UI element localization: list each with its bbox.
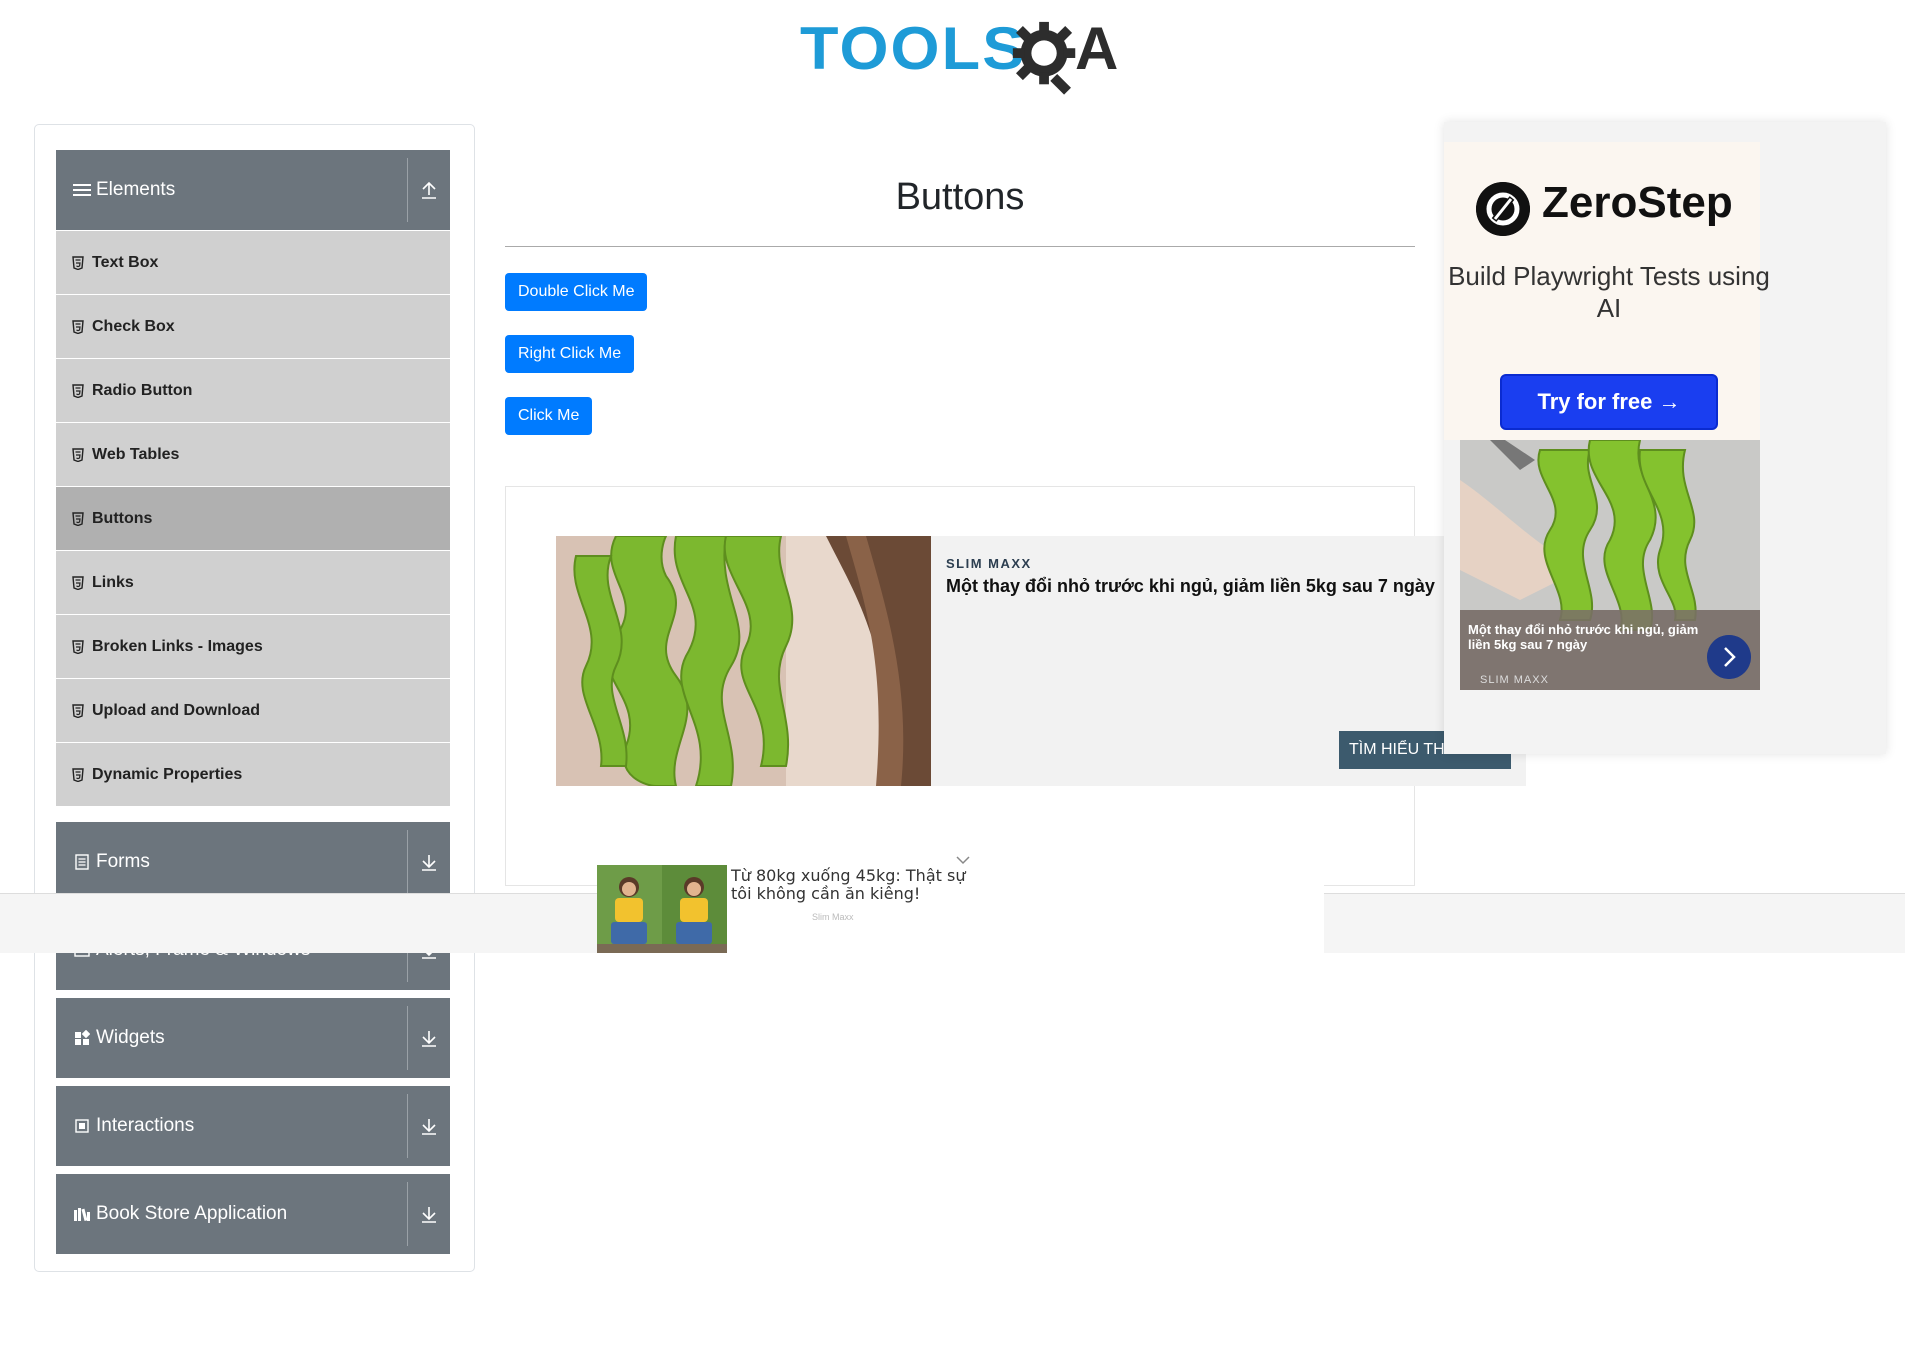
group-label: Interactions (96, 1115, 195, 1136)
toolsqa-logo[interactable]: TOOLS A (800, 14, 1130, 95)
group-label: Book Store Application (96, 1203, 288, 1224)
menu-item-label: Radio Button (92, 381, 193, 399)
divider (407, 1182, 408, 1246)
menu-item-label: Broken Links - Images (92, 637, 263, 655)
click-me-button[interactable]: Click Me (505, 397, 593, 435)
menu-item-upload-download[interactable]: Upload and Download (56, 679, 450, 743)
menu-item-dynamic-properties[interactable]: Dynamic Properties (56, 743, 450, 807)
logo-text-a: A (1075, 15, 1119, 82)
logo-text: TOOLS (800, 15, 1027, 82)
divider (407, 158, 408, 222)
group-header-forms[interactable]: Forms (56, 822, 450, 902)
html5-icon (72, 767, 84, 782)
right-click-button[interactable]: Right Click Me (505, 335, 635, 373)
ad-headline[interactable]: Một thay đổi nhỏ trước khi ngủ, giảm liề… (946, 576, 1506, 597)
menu-icon (72, 180, 92, 200)
menu-item-text-box[interactable]: Text Box (56, 231, 450, 295)
left-panel: Elements Text Box Check Box Radio Button… (34, 124, 475, 1272)
zerostep-name: ZeroStep (1542, 178, 1733, 227)
group-header-elements[interactable]: Elements (56, 150, 450, 230)
group-label: Widgets (96, 1027, 165, 1048)
menu-item-radio-button[interactable]: Radio Button (56, 359, 450, 423)
ad-banner[interactable]: SLIM MAXX Một thay đổi nhỏ trước khi ngủ… (556, 536, 1526, 786)
element-menu-list: Text Box Check Box Radio Button Web Tabl… (56, 231, 450, 807)
html5-icon (72, 383, 84, 398)
ad2-brand: SLIM MAXX (1480, 674, 1549, 686)
zerostep-logo-icon (1476, 182, 1530, 236)
divider (407, 1006, 408, 1070)
double-click-button[interactable]: Double Click Me (505, 273, 648, 311)
menu-item-label: Links (92, 573, 134, 591)
menu-item-links[interactable]: Links (56, 551, 450, 615)
sticky-ad-title[interactable]: Từ 80kg xuống 45kg: Thật sự tôi không cầ… (731, 867, 971, 903)
interactions-icon (72, 1116, 92, 1136)
widgets-icon (72, 1028, 92, 1048)
menu-item-check-box[interactable]: Check Box (56, 295, 450, 359)
title-divider (505, 246, 1415, 247)
header: TOOLS A (0, 0, 1905, 100)
right-ad: ZeroStep Build Playwright Tests using AI… (1444, 122, 1886, 754)
html5-icon (72, 639, 84, 654)
gear-magnifier-icon (1012, 21, 1076, 95)
sticky-ad[interactable]: Từ 80kg xuống 45kg: Thật sự tôi không cầ… (597, 856, 1324, 953)
menu-item-label: Text Box (92, 253, 159, 271)
html5-icon (72, 703, 84, 718)
ad-brand: SLIM MAXX (946, 556, 1032, 571)
collapse-arrow-icon[interactable] (418, 179, 440, 201)
group-header-widgets[interactable]: Widgets (56, 998, 450, 1078)
divider (407, 830, 408, 894)
menu-item-buttons[interactable]: Buttons (56, 487, 450, 551)
menu-item-label: Web Tables (92, 445, 180, 463)
html5-icon (72, 447, 84, 462)
expand-arrow-icon[interactable] (418, 1203, 440, 1225)
book-icon (72, 1204, 92, 1224)
menu-item-web-tables[interactable]: Web Tables (56, 423, 450, 487)
slim-maxx-ad[interactable]: Một thay đổi nhỏ trước khi ngủ, giảm liề… (1460, 440, 1760, 690)
expand-arrow-icon[interactable] (418, 1027, 440, 1049)
zerostep-ad[interactable]: ZeroStep Build Playwright Tests using AI… (1444, 142, 1770, 440)
chevron-down-icon[interactable] (954, 853, 972, 867)
chevron-right-icon[interactable] (1707, 635, 1751, 679)
try-for-free-button[interactable]: Try for free → (1500, 374, 1718, 430)
menu-item-label: Upload and Download (92, 701, 260, 719)
form-icon (72, 852, 92, 872)
html5-icon (72, 511, 84, 526)
expand-arrow-icon[interactable] (418, 1115, 440, 1137)
group-label: Forms (96, 851, 150, 872)
menu-item-broken-links[interactable]: Broken Links - Images (56, 615, 450, 679)
html5-icon (72, 255, 84, 270)
ad-image (597, 865, 727, 953)
zerostep-tagline: Build Playwright Tests using AI (1448, 261, 1770, 323)
sticky-ad-brand: Slim Maxx (812, 912, 854, 922)
menu-item-label: Check Box (92, 317, 175, 335)
group-label: Elements (96, 179, 176, 200)
ad2-headline: Một thay đổi nhỏ trước khi ngủ, giảm liề… (1468, 622, 1699, 652)
expand-arrow-icon[interactable] (418, 851, 440, 873)
html5-icon (72, 575, 84, 590)
page-title: Buttons (895, 176, 1025, 218)
group-header-interactions[interactable]: Interactions (56, 1086, 450, 1166)
group-header-book-store[interactable]: Book Store Application (56, 1174, 450, 1254)
html5-icon (72, 319, 84, 334)
divider (407, 1094, 408, 1158)
menu-item-label: Dynamic Properties (92, 765, 243, 783)
menu-item-label: Buttons (92, 509, 153, 527)
ad-image (556, 536, 931, 786)
